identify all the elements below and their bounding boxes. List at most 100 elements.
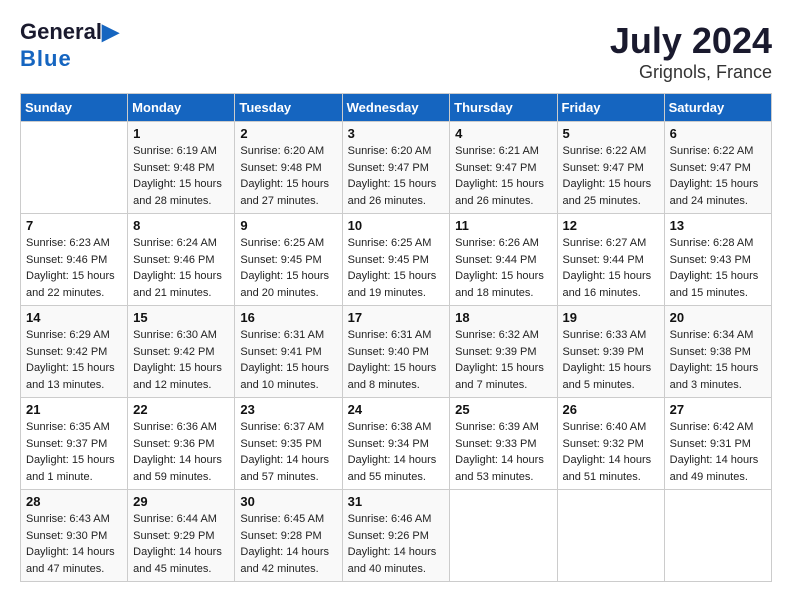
header-saturday: Saturday [664,94,771,122]
calendar-cell: 26 Sunrise: 6:40 AMSunset: 9:32 PMDayligh… [557,398,664,490]
calendar-cell: 6Sunrise: 6:22 AMSunset: 9:47 PMDaylight… [664,122,771,214]
logo: General▶ Blue [20,20,119,72]
calendar-cell: 3 Sunrise: 6:20 AMSunset: 9:47 PMDaylight… [342,122,450,214]
calendar-cell: 13 Sunrise: 6:28 AMSunset: 9:43 PMDayligh… [664,214,771,306]
header-wednesday: Wednesday [342,94,450,122]
calendar-cell: 25 Sunrise: 6:39 AMSunset: 9:33 PMDayligh… [450,398,557,490]
calendar-cell: 5Sunrise: 6:22 AMSunset: 9:47 PMDaylight… [557,122,664,214]
day-info: Sunrise: 6:35 AMSunset: 9:37 PMDaylight:… [26,419,122,485]
week-row-2: 7 Sunrise: 6:23 AMSunset: 9:46 PMDaylight… [21,214,772,306]
day-info: Sunrise: 6:21 AMSunset: 9:47 PMDaylight:… [455,143,551,209]
day-info: Sunrise: 6:33 AMSunset: 9:39 PMDaylight:… [563,327,659,393]
day-info: Sunrise: 6:40 AMSunset: 9:32 PMDaylight:… [563,419,659,485]
day-info: Sunrise: 6:30 AMSunset: 9:42 PMDaylight:… [133,327,229,393]
day-number: 8 [133,218,229,233]
day-info: Sunrise: 6:29 AMSunset: 9:42 PMDaylight:… [26,327,122,393]
week-row-4: 21 Sunrise: 6:35 AMSunset: 9:37 PMDayligh… [21,398,772,490]
day-info: Sunrise: 6:20 AMSunset: 9:47 PMDaylight:… [348,143,445,209]
calendar-cell: 2Sunrise: 6:20 AMSunset: 9:48 PMDaylight… [235,122,342,214]
day-number: 25 [455,402,551,417]
day-number: 11 [455,218,551,233]
day-number: 26 [563,402,659,417]
day-info: Sunrise: 6:28 AMSunset: 9:43 PMDaylight:… [670,235,766,301]
day-info: Sunrise: 6:31 AMSunset: 9:41 PMDaylight:… [240,327,336,393]
calendar-cell: 19 Sunrise: 6:33 AMSunset: 9:39 PMDayligh… [557,306,664,398]
day-info: Sunrise: 6:45 AMSunset: 9:28 PMDaylight:… [240,511,336,577]
logo-text: General▶ [20,20,119,44]
week-row-1: 1 Sunrise: 6:19 AMSunset: 9:48 PMDaylight… [21,122,772,214]
calendar-cell: 12 Sunrise: 6:27 AMSunset: 9:44 PMDayligh… [557,214,664,306]
day-info: Sunrise: 6:27 AMSunset: 9:44 PMDaylight:… [563,235,659,301]
calendar-cell: 24Sunrise: 6:38 AMSunset: 9:34 PMDayligh… [342,398,450,490]
day-info: Sunrise: 6:34 AMSunset: 9:38 PMDaylight:… [670,327,766,393]
day-number: 15 [133,310,229,325]
calendar-cell [450,490,557,582]
day-number: 20 [670,310,766,325]
day-info: Sunrise: 6:37 AMSunset: 9:35 PMDaylight:… [240,419,336,485]
day-number: 9 [240,218,336,233]
day-number: 27 [670,402,766,417]
calendar-cell: 29Sunrise: 6:44 AMSunset: 9:29 PMDayligh… [128,490,235,582]
calendar-cell [21,122,128,214]
day-info: Sunrise: 6:39 AMSunset: 9:33 PMDaylight:… [455,419,551,485]
calendar-cell: 30 Sunrise: 6:45 AMSunset: 9:28 PMDayligh… [235,490,342,582]
header-monday: Monday [128,94,235,122]
day-info: Sunrise: 6:20 AMSunset: 9:48 PMDaylight:… [240,143,336,209]
calendar-cell: 20 Sunrise: 6:34 AMSunset: 9:38 PMDayligh… [664,306,771,398]
calendar-subtitle: Grignols, France [610,62,772,83]
day-info: Sunrise: 6:43 AMSunset: 9:30 PMDaylight:… [26,511,122,577]
day-number: 13 [670,218,766,233]
logo-blue: Blue [20,46,72,72]
day-number: 7 [26,218,122,233]
calendar-cell [664,490,771,582]
day-number: 19 [563,310,659,325]
week-row-3: 14 Sunrise: 6:29 AMSunset: 9:42 PMDayligh… [21,306,772,398]
calendar-cell: 16 Sunrise: 6:31 AMSunset: 9:41 PMDayligh… [235,306,342,398]
day-info: Sunrise: 6:26 AMSunset: 9:44 PMDaylight:… [455,235,551,301]
calendar-cell: 8 Sunrise: 6:24 AMSunset: 9:46 PMDaylight… [128,214,235,306]
calendar-cell: 1 Sunrise: 6:19 AMSunset: 9:48 PMDaylight… [128,122,235,214]
day-number: 1 [133,126,229,141]
day-number: 12 [563,218,659,233]
day-info: Sunrise: 6:25 AMSunset: 9:45 PMDaylight:… [348,235,445,301]
calendar-cell: 31 Sunrise: 6:46 AMSunset: 9:26 PMDayligh… [342,490,450,582]
day-number: 21 [26,402,122,417]
calendar-cell: 11 Sunrise: 6:26 AMSunset: 9:44 PMDayligh… [450,214,557,306]
day-number: 30 [240,494,336,509]
calendar-cell: 21 Sunrise: 6:35 AMSunset: 9:37 PMDayligh… [21,398,128,490]
day-info: Sunrise: 6:31 AMSunset: 9:40 PMDaylight:… [348,327,445,393]
calendar-table: SundayMondayTuesdayWednesdayThursdayFrid… [20,93,772,582]
day-info: Sunrise: 6:36 AMSunset: 9:36 PMDaylight:… [133,419,229,485]
day-number: 18 [455,310,551,325]
calendar-cell: 7 Sunrise: 6:23 AMSunset: 9:46 PMDaylight… [21,214,128,306]
calendar-cell: 27 Sunrise: 6:42 AMSunset: 9:31 PMDayligh… [664,398,771,490]
day-info: Sunrise: 6:46 AMSunset: 9:26 PMDaylight:… [348,511,445,577]
day-number: 3 [348,126,445,141]
day-info: Sunrise: 6:25 AMSunset: 9:45 PMDaylight:… [240,235,336,301]
title-block: July 2024 Grignols, France [610,20,772,83]
calendar-title: July 2024 [610,20,772,62]
day-info: Sunrise: 6:42 AMSunset: 9:31 PMDaylight:… [670,419,766,485]
day-number: 22 [133,402,229,417]
calendar-cell: 10Sunrise: 6:25 AMSunset: 9:45 PMDayligh… [342,214,450,306]
calendar-cell: 15 Sunrise: 6:30 AMSunset: 9:42 PMDayligh… [128,306,235,398]
day-info: Sunrise: 6:24 AMSunset: 9:46 PMDaylight:… [133,235,229,301]
day-number: 6 [670,126,766,141]
day-number: 4 [455,126,551,141]
day-info: Sunrise: 6:23 AMSunset: 9:46 PMDaylight:… [26,235,122,301]
header-friday: Friday [557,94,664,122]
day-number: 16 [240,310,336,325]
calendar-cell [557,490,664,582]
day-number: 31 [348,494,445,509]
calendar-cell: 9 Sunrise: 6:25 AMSunset: 9:45 PMDaylight… [235,214,342,306]
calendar-cell: 4 Sunrise: 6:21 AMSunset: 9:47 PMDaylight… [450,122,557,214]
calendar-cell: 18Sunrise: 6:32 AMSunset: 9:39 PMDayligh… [450,306,557,398]
day-info: Sunrise: 6:19 AMSunset: 9:48 PMDaylight:… [133,143,229,209]
day-info: Sunrise: 6:44 AMSunset: 9:29 PMDaylight:… [133,511,229,577]
page-header: General▶ Blue July 2024 Grignols, France [20,20,772,83]
day-number: 5 [563,126,659,141]
day-number: 14 [26,310,122,325]
calendar-cell: 22 Sunrise: 6:36 AMSunset: 9:36 PMDayligh… [128,398,235,490]
day-number: 23 [240,402,336,417]
day-info: Sunrise: 6:38 AMSunset: 9:34 PMDaylight:… [348,419,445,485]
